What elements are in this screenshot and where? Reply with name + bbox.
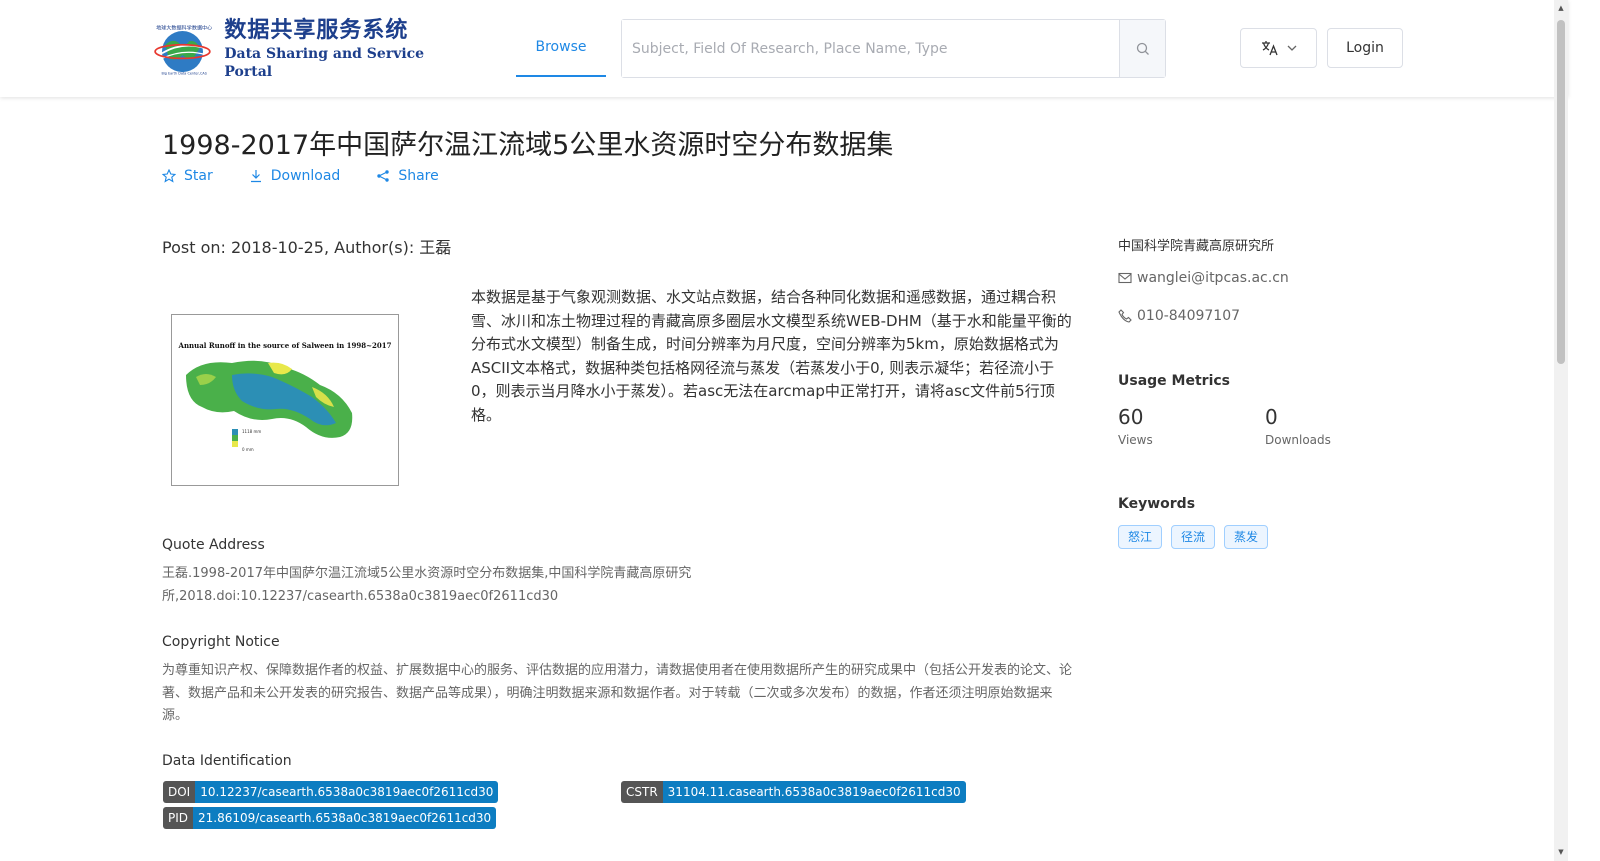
globe-logo-icon: 地球大数据科学数据中心 Big Earth Data Center,CAS	[154, 24, 212, 76]
post-info: Post on: 2018-10-25, Author(s): 王磊	[162, 238, 452, 257]
download-icon	[250, 170, 261, 183]
search-input[interactable]	[622, 20, 1119, 77]
dataset-description: 本数据是基于气象观测数据、水文站点数据，结合各种同化数据和遥感数据，通过耦合积雪…	[471, 288, 1072, 424]
logo-english-title: Data Sharing and Service Portal	[224, 46, 425, 80]
star-icon	[162, 169, 176, 183]
star-label: Star	[184, 168, 213, 184]
downloads-count: 0	[1265, 405, 1278, 429]
contact-email[interactable]: wanglei@itpcas.ac.cn	[1118, 270, 1289, 286]
keyword-tag[interactable]: 怒江	[1118, 525, 1163, 549]
thumbnail-legend-low: 0 mm	[242, 447, 254, 452]
search-bar	[621, 19, 1166, 78]
logo-small-top-text: 地球大数据科学数据中心	[156, 24, 212, 31]
scrollbar-thumb[interactable]	[1557, 20, 1565, 364]
views-label: Views	[1118, 433, 1153, 447]
logo-small-bottom-text: Big Earth Data Center,CAS	[161, 72, 206, 76]
cstr-badge[interactable]: CSTR 31104.11.casearth.6538a0c3819aec0f2…	[621, 781, 966, 803]
search-button[interactable]	[1119, 20, 1165, 77]
top-header: 地球大数据科学数据中心 Big Earth Data Center,CAS 数据…	[0, 0, 1568, 97]
star-button[interactable]: Star	[162, 168, 213, 184]
organization-name: 中国科学院青藏高原研究所	[1118, 239, 1275, 254]
nav-browse-tab[interactable]: Browse	[516, 0, 606, 77]
runoff-map-image: Annual Runoff in the source of Salween i…	[178, 341, 392, 452]
site-logo[interactable]: 地球大数据科学数据中心 Big Earth Data Center,CAS 数据…	[150, 18, 440, 80]
downloads-label: Downloads	[1265, 433, 1331, 447]
login-button[interactable]: Login	[1327, 28, 1403, 68]
usage-metrics-heading: Usage Metrics	[1118, 373, 1230, 389]
views-count: 60	[1118, 405, 1144, 429]
cstr-value: 31104.11.casearth.6538a0c3819aec0f2611cd…	[662, 781, 966, 803]
language-switch-button[interactable]	[1240, 28, 1317, 68]
cstr-label: CSTR	[621, 781, 663, 803]
keyword-list: 怒江 径流 蒸发	[1118, 525, 1269, 549]
quote-text: 王磊.1998-2017年中国萨尔温江流域5公里水资源时空分布数据集,中国科学院…	[162, 566, 692, 604]
logo-chinese-title: 数据共享服务系统	[224, 18, 409, 43]
download-button[interactable]: Download	[249, 168, 341, 184]
phone-text: 010-84097107	[1137, 308, 1241, 324]
quote-heading: Quote Address	[162, 537, 265, 553]
dataset-thumbnail[interactable]: Annual Runoff in the source of Salween i…	[171, 314, 399, 486]
mail-icon	[1118, 272, 1132, 284]
thumbnail-title: Annual Runoff in the source of Salween i…	[178, 341, 392, 350]
phone-icon	[1118, 309, 1132, 323]
chevron-down-icon	[1287, 45, 1296, 51]
pid-badge[interactable]: PID 21.86109/casearth.6538a0c3819aec0f26…	[163, 807, 497, 829]
translate-icon	[1261, 41, 1278, 56]
copyright-heading: Copyright Notice	[162, 634, 280, 650]
page-scrollbar[interactable]: ▲ ▼	[1554, 0, 1568, 861]
keyword-tag[interactable]: 蒸发	[1224, 525, 1269, 549]
copyright-text: 为尊重知识产权、保障数据作者的权益、扩展数据中心的服务、评估数据的应用潜力，请数…	[162, 663, 1073, 723]
download-label: Download	[270, 168, 341, 184]
dataset-actions: Star Download Share	[162, 168, 475, 184]
search-icon	[1136, 42, 1149, 55]
share-label: Share	[398, 168, 439, 184]
contact-phone: 010-84097107	[1118, 308, 1240, 324]
keyword-tag[interactable]: 径流	[1171, 525, 1216, 549]
share-button[interactable]: Share	[376, 168, 439, 184]
email-text: wanglei@itpcas.ac.cn	[1137, 270, 1289, 286]
thumbnail-legend-high: 1118 mm	[242, 429, 261, 434]
scroll-down-arrow-icon[interactable]: ▼	[1557, 848, 1565, 856]
keywords-heading: Keywords	[1118, 496, 1196, 512]
pid-value: 21.86109/casearth.6538a0c3819aec0f2611cd…	[193, 807, 497, 829]
doi-value: 10.12237/casearth.6538a0c3819aec0f2611cd…	[195, 781, 499, 803]
dataset-title: 1998-2017年中国萨尔温江流域5公里水资源时空分布数据集	[162, 130, 894, 161]
share-icon	[377, 170, 390, 182]
identification-heading: Data Identification	[162, 753, 292, 769]
doi-badge[interactable]: DOI 10.12237/casearth.6538a0c3819aec0f26…	[163, 781, 499, 803]
pid-label: PID	[163, 807, 194, 829]
doi-label: DOI	[163, 781, 196, 803]
scroll-up-arrow-icon[interactable]: ▲	[1557, 4, 1565, 12]
logo-text: 数据共享服务系统 Data Sharing and Service Portal	[224, 17, 440, 81]
